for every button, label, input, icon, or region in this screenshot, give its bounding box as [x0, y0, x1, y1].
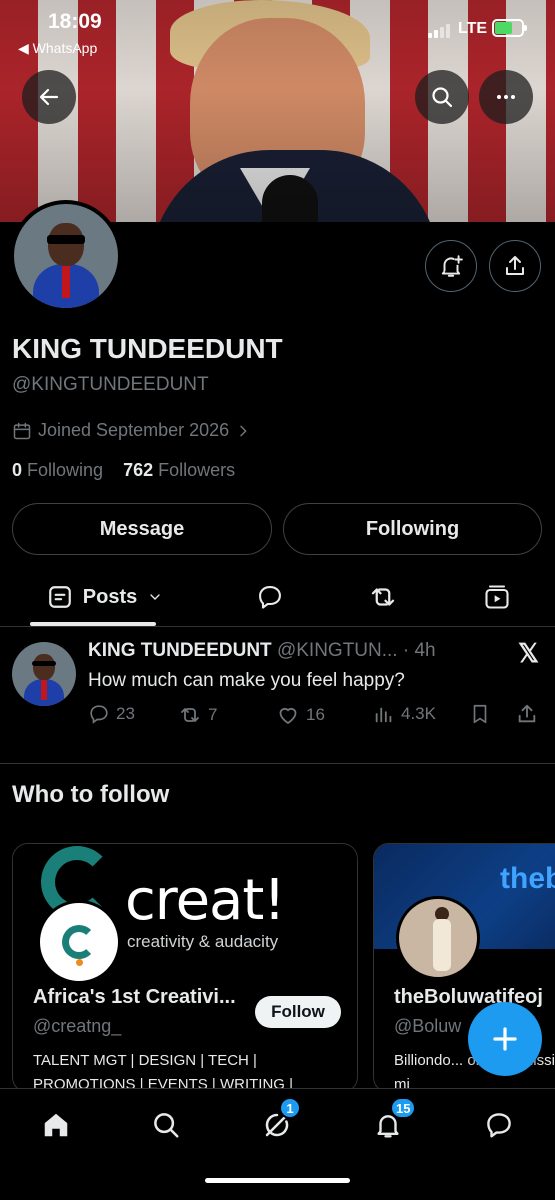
creat-c-icon	[62, 925, 96, 959]
card-handle: @Boluw	[394, 1016, 462, 1036]
card-avatar[interactable]	[37, 900, 121, 984]
card-name[interactable]: Africa's 1st Creativi...	[33, 986, 236, 1009]
card-handle: @creatng_	[33, 1016, 122, 1036]
chevron-right-icon	[240, 425, 247, 436]
chat-bubble-icon	[487, 1113, 511, 1138]
card-cover-tagline: creativity & audacity	[127, 932, 279, 951]
signal-icon	[428, 24, 450, 38]
profile-name: KING TUNDEEDUNT	[12, 333, 283, 364]
like-action[interactable]: 16	[276, 703, 325, 727]
follow-button[interactable]: Follow	[255, 996, 341, 1028]
media-icon	[485, 585, 509, 609]
card-avatar[interactable]	[396, 896, 480, 980]
repost-action[interactable]: 7	[178, 703, 217, 727]
card-cover-word: creat!	[125, 868, 286, 933]
repost-icon	[371, 588, 395, 606]
tweet-avatar[interactable]	[12, 642, 76, 706]
compose-button[interactable]	[468, 1002, 542, 1076]
repost-icon	[181, 708, 199, 722]
card-bio: TALENT MGT | DESIGN | TECH | PROMOTIONS …	[33, 1052, 294, 1093]
tab-replies[interactable]	[245, 570, 295, 624]
arrow-left-icon	[39, 88, 59, 106]
who-to-follow-title: Who to follow	[12, 781, 170, 808]
share-icon	[518, 704, 536, 723]
share-icon	[506, 256, 524, 275]
profile-avatar[interactable]	[10, 200, 122, 312]
back-to-app-link[interactable]: ◀ WhatsApp	[18, 40, 97, 57]
tweet-handle-time: @KINGTUN... · 4h	[276, 640, 436, 661]
network-label: LTE	[458, 20, 488, 37]
card-cover-word: theb	[500, 862, 555, 895]
share-button[interactable]	[489, 240, 541, 292]
following-button[interactable]: Following	[283, 503, 542, 555]
nav-search[interactable]	[146, 1105, 186, 1145]
tab-reposts[interactable]	[358, 570, 408, 624]
bell-plus-icon	[441, 255, 463, 277]
search-icon	[432, 87, 453, 108]
search-button[interactable]	[415, 70, 469, 124]
nav-notifications[interactable]: 15	[368, 1097, 417, 1145]
bookmark-icon	[473, 704, 487, 724]
nav-messages[interactable]	[479, 1105, 519, 1145]
posts-icon	[48, 586, 71, 608]
home-indicator	[205, 1178, 350, 1183]
chevron-down-icon	[150, 594, 160, 600]
back-button[interactable]	[22, 70, 76, 124]
nav-home[interactable]	[36, 1105, 76, 1145]
tab-posts[interactable]: Posts	[30, 570, 180, 624]
notify-button[interactable]	[425, 240, 477, 292]
follow-counts: 0 Following 762 Followers	[12, 460, 235, 481]
more-button[interactable]	[479, 70, 533, 124]
followers-stat[interactable]: 762 Followers	[123, 460, 235, 480]
reply-icon	[259, 586, 281, 609]
reply-action[interactable]: 23	[88, 703, 135, 725]
profile-tabs: Posts	[0, 570, 555, 626]
plus-icon	[493, 1027, 517, 1051]
bookmark-action[interactable]	[469, 703, 491, 725]
calendar-icon	[13, 422, 31, 439]
messages-badge: 1	[279, 1097, 301, 1119]
search-icon	[154, 1113, 179, 1138]
nav-grok[interactable]: 1	[257, 1097, 301, 1145]
status-bar: 18:09 ◀ WhatsApp LTE	[0, 8, 555, 58]
notifications-badge: 15	[390, 1097, 417, 1119]
x-logo-icon: 𝕏	[518, 638, 539, 668]
reply-icon	[90, 705, 108, 724]
tweet-text[interactable]: How much can make you feel happy?	[88, 670, 405, 692]
views-chart-icon	[375, 707, 392, 723]
battery-icon	[492, 19, 527, 37]
message-button[interactable]: Message	[12, 503, 272, 555]
tab-media[interactable]	[472, 570, 522, 624]
following-stat[interactable]: 0 Following	[12, 460, 103, 480]
views-action[interactable]: 4.3K	[373, 703, 436, 725]
status-time: 18:09	[48, 10, 102, 33]
profile-handle: @KINGTUNDEEDUNT	[12, 374, 209, 395]
bottom-nav: 1 15	[0, 1088, 555, 1200]
heart-icon	[279, 707, 297, 724]
follow-card[interactable]: creat! creativity & audacity Africa's 1s…	[12, 843, 358, 1093]
tab-posts-label: Posts	[82, 585, 138, 608]
tweet-author[interactable]: KING TUNDEEDUNT	[88, 640, 272, 661]
tweet-header: KING TUNDEEDUNT @KINGTUN... · 4h	[88, 640, 436, 662]
joined-date[interactable]: Joined September 2026	[12, 420, 251, 441]
home-icon	[44, 1113, 68, 1137]
more-icon	[497, 95, 515, 99]
joined-label: Joined September 2026	[38, 420, 230, 440]
share-tweet-action[interactable]	[516, 703, 538, 725]
